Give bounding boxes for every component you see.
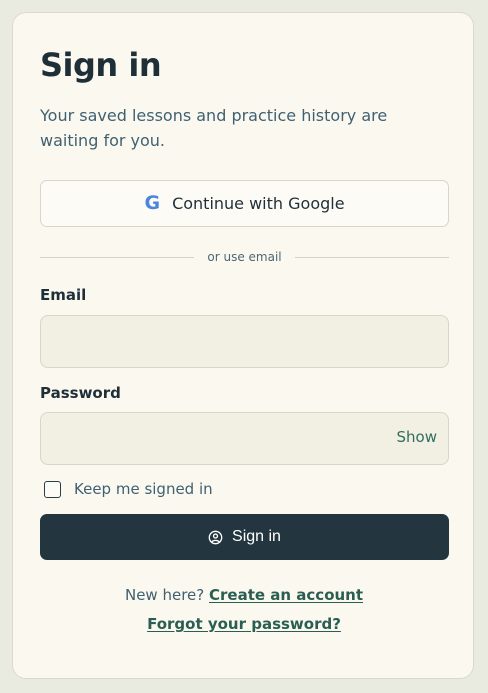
create-account-link[interactable]: Create an account	[209, 586, 363, 604]
email-field[interactable]	[40, 315, 449, 368]
password-label: Password	[40, 384, 121, 402]
google-icon: G	[144, 192, 161, 214]
keep-signed-in-row[interactable]: Keep me signed in	[44, 480, 213, 498]
password-field-wrapper: Show	[40, 412, 449, 465]
create-account-row: New here? Create an account	[13, 586, 475, 604]
keep-signed-in-label[interactable]: Keep me signed in	[74, 480, 213, 498]
sign-in-button-label: Sign in	[232, 528, 281, 545]
show-password-button[interactable]: Show	[397, 428, 437, 446]
forgot-password-row: Forgot your password?	[13, 615, 475, 633]
signin-card: Sign in Your saved lessons and practice …	[12, 12, 474, 679]
forgot-password-link[interactable]: Forgot your password?	[147, 615, 341, 633]
divider-line-right	[294, 256, 449, 258]
new-here-text: New here?	[124, 586, 205, 604]
password-field[interactable]	[40, 412, 449, 465]
page-title: Sign in	[40, 46, 162, 84]
divider-text: or use email	[207, 250, 282, 264]
page-subtitle: Your saved lessons and practice history …	[40, 106, 388, 150]
or-divider: or use email	[40, 249, 449, 265]
user-circle-icon	[208, 530, 223, 544]
keep-signed-in-checkbox[interactable]	[44, 480, 61, 498]
sign-in-button[interactable]: Sign in	[40, 514, 449, 560]
email-label: Email	[40, 286, 87, 304]
divider-line-left	[40, 256, 195, 258]
continue-with-google-button[interactable]: G Continue with Google	[40, 180, 449, 227]
google-button-label: Continue with Google	[172, 194, 345, 213]
